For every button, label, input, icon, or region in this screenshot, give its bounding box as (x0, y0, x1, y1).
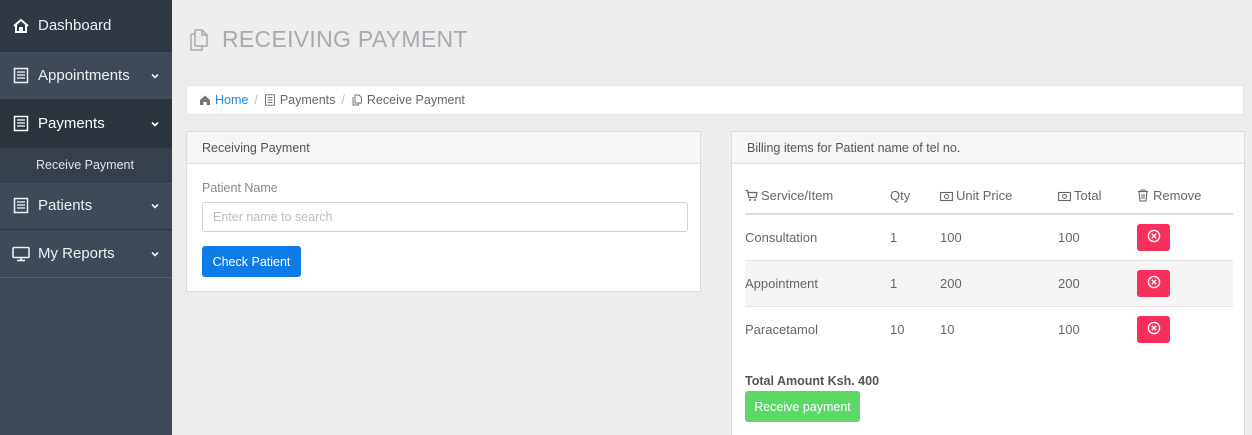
remove-item-button[interactable] (1137, 269, 1170, 297)
table-row: Appointment 1 200 200 (745, 260, 1233, 307)
check-patient-button[interactable]: Check Patient (202, 246, 301, 277)
column-header-text: Remove (1153, 188, 1202, 203)
sidebar-item-my-reports[interactable]: My Reports (0, 230, 172, 278)
cell-qty: 10 (890, 321, 905, 337)
receive-payment-button[interactable]: Receive payment (745, 391, 860, 422)
column-header-text: Unit Price (956, 187, 1013, 203)
sidebar-item-label: Appointments (38, 67, 130, 84)
column-header-service: Service/Item (745, 178, 890, 215)
document-icon (264, 94, 276, 106)
table-row: Consultation 1 100 100 (745, 214, 1233, 261)
chevron-down-icon (150, 249, 160, 259)
column-header-total: Total (1058, 178, 1137, 215)
cell-remove (1137, 260, 1233, 307)
receiving-payment-panel: Receiving Payment Patient Name Check Pat… (186, 131, 701, 292)
sidebar-item-label: Patients (38, 197, 93, 214)
breadcrumb-payments[interactable]: Payments (280, 93, 336, 107)
remove-item-button[interactable] (1137, 315, 1170, 343)
column-header-remove: Remove (1137, 178, 1233, 215)
money-icon (1058, 191, 1071, 204)
cell-unit-price: 10 (940, 321, 955, 337)
billing-items-panel: Billing items for Patient name of tel no… (731, 131, 1245, 435)
money-icon (940, 191, 953, 204)
column-header-text: Service/Item (761, 188, 834, 203)
monitor-icon (12, 245, 30, 263)
cell-qty: 1 (890, 214, 940, 261)
cell-total: 200 (1058, 260, 1137, 307)
remove-circle-icon (1147, 275, 1161, 292)
sidebar-subitem-receive-payment[interactable]: Receive Payment (0, 148, 172, 182)
cart-icon (745, 189, 758, 202)
sidebar-item-label: Payments (38, 115, 105, 132)
patient-name-label: Patient Name (202, 181, 278, 195)
cell-remove (1137, 214, 1233, 261)
sidebar-item-appointments[interactable]: Appointments (0, 52, 172, 100)
cell-unit-price: 100 (940, 214, 1058, 261)
home-icon (199, 94, 211, 106)
breadcrumb-home-link[interactable]: Home (215, 93, 248, 107)
table-header-row: Service/Item Qty Unit Price Total Remove (745, 178, 1233, 215)
panel-title: Receiving Payment (187, 132, 700, 164)
page-title: RECEIVING PAYMENT (186, 26, 468, 53)
panel-title: Billing items for Patient name of tel no… (732, 132, 1244, 164)
total-amount: Total Amount Ksh. 400 (745, 374, 880, 388)
sidebar-item-patients[interactable]: Patients (0, 182, 172, 230)
document-icon (12, 115, 30, 133)
cell-unit-price: 200 (940, 260, 1058, 307)
column-header-unit-price: Unit Price (940, 178, 1058, 215)
patient-search-input[interactable] (202, 202, 688, 232)
cell-total: 100 (1058, 321, 1080, 337)
home-icon (12, 17, 30, 35)
document-icon (12, 197, 30, 215)
trash-icon (1137, 189, 1150, 202)
table-row: Paracetamol 10 10 100 (745, 306, 1233, 352)
breadcrumb: Home / Payments / Receive Payment (186, 85, 1244, 115)
remove-circle-icon (1147, 321, 1161, 338)
cell-item: Appointment (745, 260, 890, 307)
copy-icon (351, 94, 363, 106)
column-header-qty: Qty (890, 178, 940, 215)
cell-qty: 1 (890, 260, 940, 307)
breadcrumb-separator: / (341, 93, 345, 107)
sidebar-item-payments[interactable]: Payments (0, 100, 172, 148)
page-title-text: RECEIVING PAYMENT (222, 26, 468, 52)
sidebar-item-label: Dashboard (38, 17, 112, 34)
copy-icon (186, 27, 212, 53)
cell-remove (1137, 306, 1233, 352)
breadcrumb-separator: / (254, 93, 258, 107)
cell-total: 100 (1058, 214, 1137, 261)
column-header-text: Total (1074, 187, 1102, 203)
chevron-down-icon (150, 201, 160, 211)
remove-circle-icon (1147, 229, 1161, 246)
sidebar: Dashboard Appointments Payments Receive … (0, 0, 172, 435)
cell-item: Paracetamol (745, 321, 818, 337)
chevron-down-icon (150, 71, 160, 81)
sidebar-item-label: My Reports (38, 245, 115, 262)
sidebar-item-dashboard[interactable]: Dashboard (0, 0, 172, 52)
cell-item: Consultation (745, 214, 890, 261)
sidebar-subitem-label: Receive Payment (36, 157, 134, 172)
chevron-down-icon (150, 119, 160, 129)
document-icon (12, 67, 30, 85)
breadcrumb-current: Receive Payment (366, 93, 465, 107)
remove-item-button[interactable] (1137, 223, 1170, 251)
billing-table: Service/Item Qty Unit Price Total Remove… (745, 178, 1233, 352)
